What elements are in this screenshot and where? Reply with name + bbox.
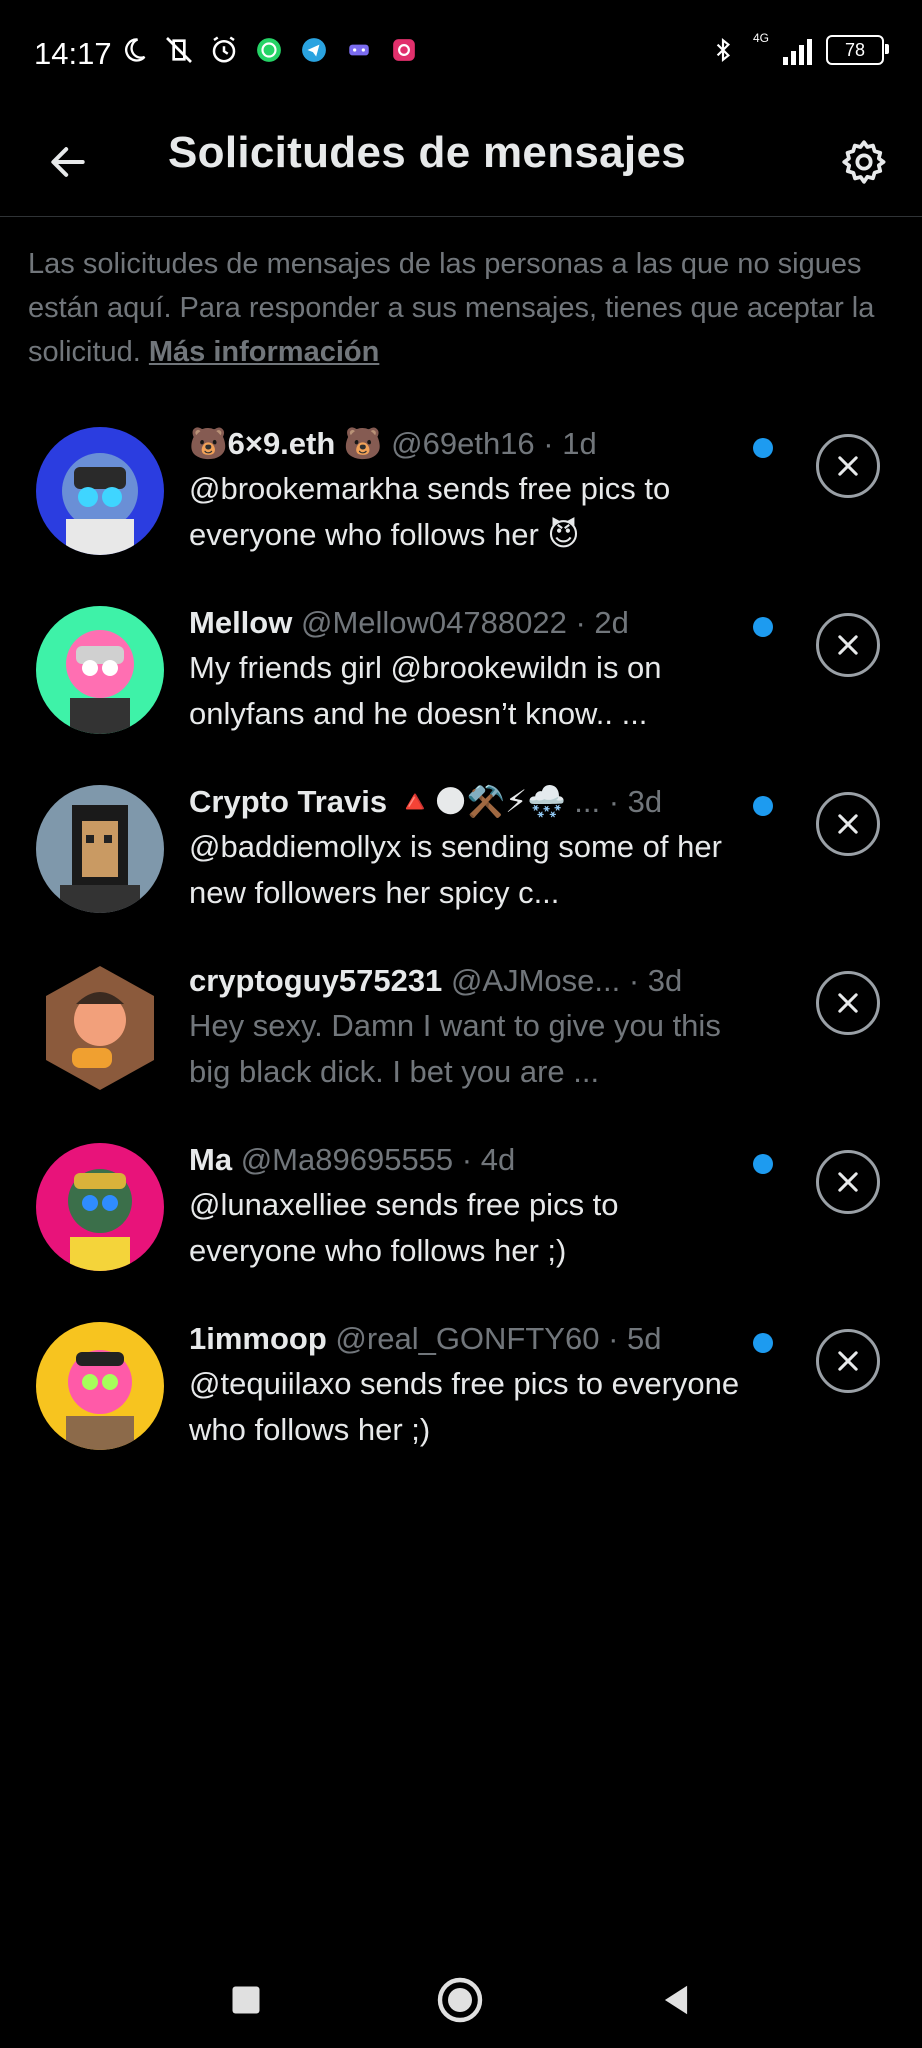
whatsapp-icon [253,34,285,66]
request-header: 1immoop @real_GONFTY60 · 5d [189,1317,749,1361]
message-preview: My friends girl @brookewildn is on onlyf… [189,650,662,731]
muted-vibrate-icon [163,34,195,66]
message-preview: @tequiilaxo sends free pics to everyone … [189,1366,740,1447]
display-name: cryptoguy575231 [189,963,443,998]
network-label: 4G [753,31,770,45]
username: @real_GONFTY60 [335,1321,600,1356]
bluetooth-icon [707,34,739,66]
timestamp: · 5d [608,1321,662,1356]
request-content: Ma @Ma89695555 · 4d @lunaxelliee sends f… [189,1138,749,1274]
dismiss-button[interactable] [816,971,880,1035]
close-icon [838,1351,858,1371]
unread-indicator [753,1154,773,1174]
username: @Mellow04788022 [300,605,567,640]
message-preview: @lunaxelliee sends free pics to everyone… [189,1187,619,1268]
display-name: 🐻6×9.eth 🐻 [189,426,383,461]
message-request-item[interactable]: 1immoop @real_GONFTY60 · 5d @tequiilaxo … [0,1305,922,1484]
status-time: 14:17 [34,36,112,71]
battery-level: 78 [844,39,866,60]
notification-icons [118,34,420,66]
system-navigation-bar [0,1948,922,2048]
timestamp: · 1d [543,426,597,461]
avatar[interactable] [36,1322,164,1450]
unread-indicator [753,796,773,816]
message-request-item[interactable]: Ma @Ma89695555 · 4d @lunaxelliee sends f… [0,1126,922,1305]
message-preview: @brookemarkha sends free pics to everyon… [189,471,671,552]
request-header: Ma @Ma89695555 · 4d [189,1138,749,1182]
message-request-item[interactable]: Crypto Travis 🔺🌑⚒️⚡🌨️ ... · 3d @baddiemo… [0,768,922,947]
request-content: cryptoguy575231 @AJMose... · 3d Hey sexy… [189,959,749,1095]
close-icon [838,456,858,476]
status-bar: 14:17 4G 78 [0,0,922,110]
message-request-item[interactable]: Mellow @Mellow04788022 · 2d My friends g… [0,589,922,768]
unread-indicator [753,617,773,637]
message-preview: Hey sexy. Damn I want to give you this b… [189,1008,721,1089]
request-content: 🐻6×9.eth 🐻 @69eth16 · 1d @brookemarkha s… [189,422,749,558]
avatar[interactable] [36,964,164,1092]
dismiss-button[interactable] [816,1150,880,1214]
triangle-back-icon [664,1985,688,2015]
request-content: 1immoop @real_GONFTY60 · 5d @tequiilaxo … [189,1317,749,1453]
message-request-item[interactable]: 🐻6×9.eth 🐻 @69eth16 · 1d @brookemarkha s… [0,410,922,589]
game-icon [343,34,375,66]
display-name: 1immoop [189,1321,327,1356]
top-app-bar: Solicitudes de mensajes [0,110,922,217]
close-icon [838,814,858,834]
username: @69eth16 [391,426,535,461]
request-header: 🐻6×9.eth 🐻 @69eth16 · 1d [189,422,749,466]
avatar[interactable] [36,785,164,913]
dismiss-button[interactable] [816,434,880,498]
message-requests-list: 🐻6×9.eth 🐻 @69eth16 · 1d @brookemarkha s… [0,410,922,1484]
alarm-icon [208,34,240,66]
message-preview: @baddiemollyx is sending some of her new… [189,829,722,910]
timestamp: · 3d [628,963,683,998]
request-content: Mellow @Mellow04788022 · 2d My friends g… [189,601,749,737]
home-button[interactable] [436,1976,484,2024]
close-icon [838,993,858,1013]
dismiss-button[interactable] [816,1329,880,1393]
back-button[interactable] [40,134,96,190]
username: ... [574,784,601,819]
timestamp: · 2d [575,605,629,640]
dismiss-button[interactable] [816,792,880,856]
recents-button[interactable] [222,1976,270,2024]
circle-icon [437,1977,483,2023]
timestamp: · 4d [461,1142,516,1177]
telegram-icon [298,34,330,66]
intro-text: Las solicitudes de mensajes de las perso… [28,242,888,374]
learn-more-link[interactable]: Más información [149,336,379,368]
back-nav-button[interactable] [652,1976,700,2024]
unread-indicator [753,438,773,458]
close-icon [838,1172,858,1192]
avatar[interactable] [36,606,164,734]
timestamp: · 3d [608,784,663,819]
arrow-left-icon [51,147,85,177]
dismiss-button[interactable] [816,613,880,677]
close-icon [838,635,858,655]
display-name: Mellow [189,605,293,640]
username: @AJMose... [450,963,621,998]
avatar[interactable] [36,1143,164,1271]
signal-icon: 4G [753,31,812,65]
username: @Ma89695555 [240,1142,454,1177]
request-content: Crypto Travis 🔺🌑⚒️⚡🌨️ ... · 3d @baddiemo… [189,780,749,916]
battery-indicator: 78 [826,35,889,65]
moon-icon [118,34,150,66]
request-header: Crypto Travis 🔺🌑⚒️⚡🌨️ ... · 3d [189,780,749,824]
page-title: Solicitudes de mensajes [168,128,686,177]
system-icons: 4G 78 [707,31,889,66]
instagram-icon [388,34,420,66]
square-icon [232,1986,260,2014]
request-header: cryptoguy575231 @AJMose... · 3d [189,959,749,1003]
avatar[interactable] [36,427,164,555]
display-name: Ma [189,1142,233,1177]
gear-icon [842,140,886,184]
message-request-item[interactable]: cryptoguy575231 @AJMose... · 3d Hey sexy… [0,947,922,1126]
settings-button[interactable] [834,132,894,192]
request-header: Mellow @Mellow04788022 · 2d [189,601,749,645]
display-name: Crypto Travis 🔺🌑⚒️⚡🌨️ [189,784,566,819]
unread-indicator [753,1333,773,1353]
